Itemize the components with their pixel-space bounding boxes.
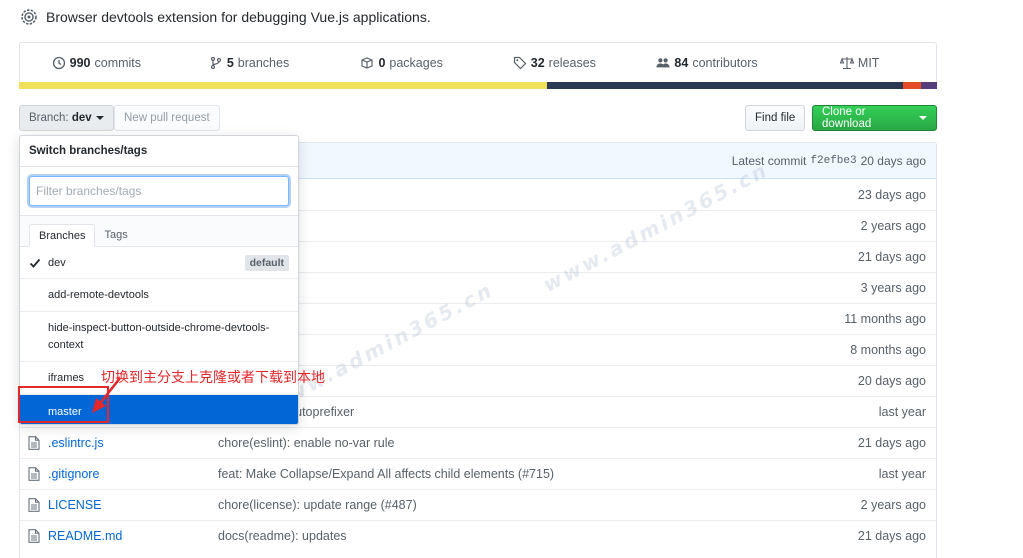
language-segment[interactable] — [921, 82, 937, 89]
branch-name: dev — [71, 112, 92, 124]
commit-message[interactable]: postcss and autoprefixer — [218, 405, 816, 419]
dropdown-tabs: Branches Tags — [20, 216, 298, 247]
commit-age: 21 days ago — [857, 250, 926, 264]
commit-message[interactable]: docs(readme): updates — [218, 529, 816, 543]
contributors-link[interactable]: 84 contributors — [631, 43, 784, 83]
branch-item-add-remote-devtools[interactable]: add-remote-devtools — [20, 279, 298, 312]
new-pull-request-button[interactable]: New pull request — [114, 105, 220, 131]
file-row[interactable]: .eslintrc.js chore(eslint): enable no-var… — [20, 427, 936, 458]
filter-branches-input[interactable] — [29, 176, 289, 206]
commit-age: last year — [878, 405, 926, 419]
file-row[interactable]: README.md docs(readme): updates 21 days ag… — [20, 520, 936, 551]
dropdown-header: Switch branches/tags — [20, 136, 298, 167]
commit-message[interactable]: plate — [218, 219, 816, 233]
chevron-down-icon — [919, 116, 927, 120]
language-segment[interactable] — [546, 82, 904, 89]
commit-message[interactable]: ockfile — [218, 188, 816, 202]
commit-message[interactable]: feat: Make Collapse/Expand All affects c… — [218, 467, 816, 481]
file-row[interactable]: LICENSE chore(license): update range (#48… — [20, 489, 936, 520]
branch-select-button[interactable]: Branch: dev — [19, 105, 114, 131]
packages-link[interactable]: 0 packages — [325, 43, 478, 83]
default-badge: default — [244, 254, 289, 271]
commit-age: 20 days ago — [860, 153, 926, 168]
file-icon — [28, 467, 40, 481]
gear-icon — [21, 9, 37, 25]
file-type-icon — [20, 467, 48, 481]
language-bar — [19, 82, 937, 89]
chevron-down-icon — [95, 116, 104, 120]
file-type-icon — [20, 498, 48, 512]
annotation-text: 切换到主分支上克隆或者下载到本地 — [101, 370, 325, 386]
file-icon — [28, 436, 40, 450]
file-name[interactable]: .eslintrc.js — [48, 436, 218, 450]
find-file-button[interactable]: Find file — [745, 105, 806, 131]
tag-icon — [513, 56, 527, 70]
repo-description-text: Browser devtools extension for debugging… — [46, 9, 431, 25]
law-icon — [839, 57, 854, 70]
commit-age: 23 days ago — [857, 187, 926, 202]
commit-message[interactable]: chore(license): update range (#487) — [218, 498, 816, 512]
language-segment[interactable] — [903, 82, 922, 89]
file-icon — [28, 498, 40, 512]
branch-icon — [210, 56, 221, 70]
repo-description: Browser devtools extension for debugging… — [20, 7, 431, 27]
commit-age: 2 years ago — [860, 219, 926, 233]
branch-item-dev[interactable]: dev default — [20, 247, 298, 279]
branch-prefix: Branch: — [29, 112, 69, 124]
file-name[interactable]: README.md — [48, 529, 218, 543]
tab-branches[interactable]: Branches — [29, 224, 96, 247]
file-type-icon — [20, 436, 48, 450]
language-segment[interactable] — [19, 82, 547, 89]
commit-message[interactable]: ipt — [218, 281, 816, 295]
commit-message[interactable]: screenshots — [218, 343, 816, 357]
commit-age: 2 years ago — [860, 498, 926, 512]
branch-item-hide-inspect-button[interactable]: hide-inspect-button-outside-chrome-devto… — [20, 312, 298, 362]
commit-age: 11 months ago — [844, 312, 926, 326]
file-icon — [28, 529, 40, 543]
check-icon — [29, 258, 41, 268]
commit-age: 3 years ago — [860, 281, 926, 295]
branches-link[interactable]: 5 branches — [173, 43, 326, 83]
file-row[interactable]: .gitignore feat: Make Collapse/Expand All… — [20, 458, 936, 489]
file-type-icon — [20, 529, 48, 543]
commit-age: last year — [878, 467, 926, 481]
history-icon — [52, 56, 65, 70]
file-name[interactable]: .gitignore — [48, 467, 218, 481]
commit-sha[interactable]: f2efbe3 — [810, 155, 856, 167]
commit-age: 20 days ago — [857, 374, 926, 388]
license-link[interactable]: MIT — [783, 43, 936, 83]
clone-download-button[interactable]: Clone or download — [812, 105, 937, 131]
filter-container — [20, 167, 298, 216]
commits-link[interactable]: 990 commits — [20, 43, 173, 83]
releases-link[interactable]: 32 releases — [478, 43, 631, 83]
commit-age: 21 days ago — [857, 529, 926, 543]
package-icon — [361, 57, 374, 69]
commit-age: 8 months ago — [850, 343, 926, 357]
tab-tags[interactable]: Tags — [95, 223, 136, 246]
people-icon — [656, 58, 670, 68]
commit-message[interactable]: chore(eslint): enable no-var rule — [218, 436, 816, 450]
file-name[interactable]: LICENSE — [48, 498, 218, 512]
commit-message[interactable]: readme — [218, 312, 816, 326]
commit-age: 21 days ago — [857, 436, 926, 450]
